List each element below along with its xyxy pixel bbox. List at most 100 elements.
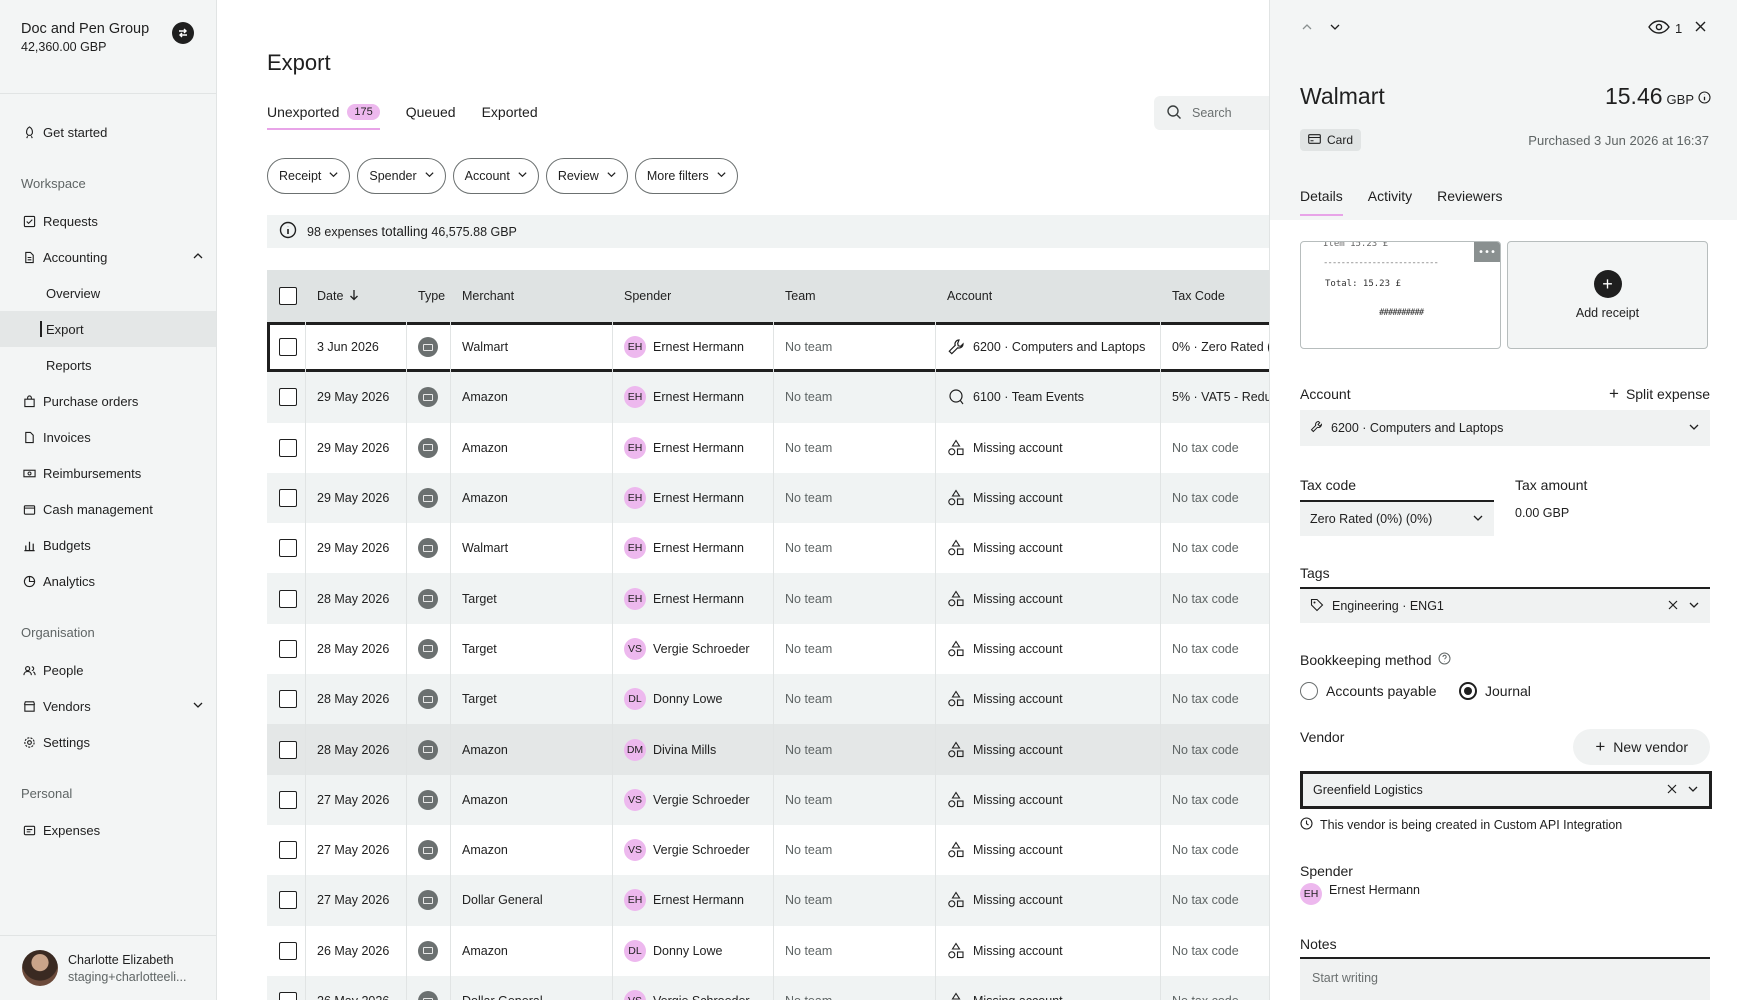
filter-spender-button[interactable]: Spender bbox=[357, 158, 446, 194]
table-row[interactable]: 29 May 2026 Amazon EH Ernest Hermann No team… bbox=[267, 422, 1269, 473]
column-divider bbox=[612, 724, 613, 775]
close-icon[interactable] bbox=[1694, 20, 1707, 33]
table-row[interactable]: 27 May 2026 Dollar General EH Ernest Herman… bbox=[267, 875, 1269, 926]
filter-review-button[interactable]: Review bbox=[545, 158, 628, 194]
panel-merchant: Walmart bbox=[1300, 83, 1385, 109]
table-row[interactable]: 28 May 2026 Target DL Donny Lowe No team Miss… bbox=[267, 674, 1269, 725]
row-checkbox[interactable] bbox=[279, 875, 297, 925]
column-divider bbox=[773, 824, 774, 876]
table-row[interactable]: 26 May 2026 Dollar General VS Vergie Schroe… bbox=[267, 975, 1269, 1000]
tab-activity[interactable]: Activity bbox=[1368, 188, 1412, 216]
row-checkbox[interactable] bbox=[279, 523, 297, 573]
plus-icon: + bbox=[1609, 384, 1619, 403]
split-expense-button[interactable]: + Split expense bbox=[1609, 384, 1710, 404]
chevron-up-icon[interactable] bbox=[1300, 20, 1314, 37]
sidebar-item-cash-management[interactable]: Cash management bbox=[0, 491, 216, 527]
sidebar-item-settings[interactable]: Settings bbox=[0, 724, 216, 760]
sidebar-item-accounting[interactable]: Accounting bbox=[0, 239, 216, 275]
filter-account-button[interactable]: Account bbox=[452, 158, 539, 194]
switch-org-icon[interactable] bbox=[172, 22, 194, 44]
notes-input[interactable]: Start writing bbox=[1300, 957, 1710, 1000]
row-checkbox[interactable] bbox=[279, 775, 297, 825]
tab-exported[interactable]: Exported bbox=[482, 104, 538, 130]
row-checkbox[interactable] bbox=[279, 825, 297, 875]
table-row[interactable]: 29 May 2026 Walmart EH Ernest Hermann No tea… bbox=[267, 523, 1269, 574]
tags-select[interactable]: Engineering · ENG1 bbox=[1300, 587, 1710, 623]
more-options-icon[interactable]: ••• bbox=[1474, 242, 1500, 262]
chevron-up-icon[interactable] bbox=[192, 250, 204, 265]
account-name: Missing account bbox=[973, 541, 1063, 556]
search-input[interactable]: Search bbox=[1154, 96, 1269, 130]
sidebar-item-purchase-orders[interactable]: Purchase orders bbox=[0, 383, 216, 419]
tax-code-select[interactable]: Zero Rated (0%) (0%) bbox=[1300, 500, 1494, 536]
table-row[interactable]: 28 May 2026 Amazon DM Divina Mills No team Mi… bbox=[267, 724, 1269, 775]
row-checkbox[interactable] bbox=[279, 473, 297, 523]
sidebar-item-reimbursements[interactable]: Reimbursements bbox=[0, 455, 216, 491]
row-checkbox[interactable] bbox=[279, 674, 297, 724]
sidebar-item-vendors[interactable]: Vendors bbox=[0, 688, 216, 724]
sidebar-item-get-started[interactable]: Get started bbox=[0, 114, 216, 150]
clear-icon[interactable] bbox=[1667, 783, 1677, 797]
table-row[interactable]: 27 May 2026 Amazon VS Vergie Schroeder No te… bbox=[267, 774, 1269, 825]
tab-reviewers[interactable]: Reviewers bbox=[1437, 188, 1502, 216]
tax-code-label: Tax code bbox=[1300, 477, 1357, 493]
sidebar-item-analytics[interactable]: Analytics bbox=[0, 563, 216, 599]
chevron-down-icon[interactable] bbox=[1687, 783, 1699, 798]
radio-journal[interactable]: Journal bbox=[1459, 682, 1531, 700]
row-team: No team bbox=[785, 390, 833, 405]
row-checkbox[interactable] bbox=[279, 926, 297, 976]
chevron-down-icon[interactable] bbox=[1328, 20, 1342, 37]
row-checkbox[interactable] bbox=[279, 624, 297, 674]
filter-more-filters-button[interactable]: More filters bbox=[634, 158, 738, 194]
row-merchant: Target bbox=[462, 692, 497, 707]
select-all-checkbox[interactable] bbox=[279, 270, 297, 322]
sidebar-item-expenses[interactable]: Expenses bbox=[0, 812, 216, 848]
radio-accounts-payable[interactable]: Accounts payable bbox=[1300, 682, 1437, 700]
sidebar-item-people[interactable]: People bbox=[0, 652, 216, 688]
row-merchant: Amazon bbox=[462, 491, 508, 506]
vendor-select[interactable]: Greenfield Logistics bbox=[1300, 771, 1712, 809]
sidebar-item-invoices[interactable]: Invoices bbox=[0, 419, 216, 455]
sidebar-item-reports[interactable]: Reports bbox=[0, 347, 216, 383]
row-checkbox[interactable] bbox=[279, 322, 297, 372]
card-icon bbox=[418, 423, 438, 473]
row-checkbox[interactable] bbox=[279, 724, 297, 774]
receipt-thumbnail[interactable]: Item 15.23 £ -------------------------- … bbox=[1300, 241, 1501, 349]
row-checkbox[interactable] bbox=[279, 573, 297, 623]
row-checkbox[interactable] bbox=[279, 423, 297, 473]
account-select[interactable]: 6200 · Computers and Laptops bbox=[1300, 410, 1710, 446]
row-account: Missing account bbox=[947, 523, 1063, 573]
new-vendor-button[interactable]: + New vendor bbox=[1573, 729, 1710, 765]
tab-details[interactable]: Details bbox=[1300, 188, 1343, 216]
sidebar-item-export[interactable]: Export bbox=[0, 311, 216, 347]
tab-queued[interactable]: Queued bbox=[406, 104, 456, 130]
sidebar-item-budgets[interactable]: Budgets bbox=[0, 527, 216, 563]
row-checkbox[interactable] bbox=[279, 976, 297, 1000]
chevron-down-icon[interactable] bbox=[1688, 599, 1700, 614]
row-checkbox[interactable] bbox=[279, 372, 297, 422]
help-icon[interactable] bbox=[1438, 652, 1451, 668]
main-content: Export Unexported 175 Queued Exported Se… bbox=[217, 0, 1269, 1000]
row-spender: VS Vergie Schroeder bbox=[624, 825, 750, 875]
table-row[interactable]: 27 May 2026 Amazon VS Vergie Schroeder No te… bbox=[267, 824, 1269, 876]
user-profile[interactable]: Charlotte Elizabeth staging+charlotteeli… bbox=[0, 935, 216, 1000]
sidebar-item-overview[interactable]: Overview bbox=[0, 275, 216, 311]
document-icon bbox=[22, 250, 36, 264]
column-date[interactable]: Date bbox=[317, 270, 359, 322]
sidebar-item-requests[interactable]: Requests bbox=[0, 203, 216, 239]
table-row[interactable]: 29 May 2026 Amazon EH Ernest Hermann No team… bbox=[267, 472, 1269, 524]
tab-unexported[interactable]: Unexported 175 bbox=[267, 104, 380, 130]
row-team: No team bbox=[785, 943, 833, 958]
column-divider bbox=[773, 724, 774, 775]
table-row[interactable]: 29 May 2026 Amazon EH Ernest Hermann No team… bbox=[267, 372, 1269, 423]
add-receipt-button[interactable]: + Add receipt bbox=[1507, 241, 1708, 349]
info-icon[interactable] bbox=[1698, 83, 1711, 110]
table-row[interactable]: 3 Jun 2026 Walmart EH Ernest Hermann No team… bbox=[267, 322, 1269, 373]
chevron-down-icon[interactable] bbox=[192, 699, 204, 714]
column-divider bbox=[612, 875, 613, 926]
table-row[interactable]: 26 May 2026 Amazon DL Donny Lowe No team Miss… bbox=[267, 925, 1269, 976]
filter-receipt-button[interactable]: Receipt bbox=[267, 158, 351, 194]
clear-icon[interactable] bbox=[1668, 599, 1678, 613]
table-row[interactable]: 28 May 2026 Target VS Vergie Schroeder No te… bbox=[267, 623, 1269, 675]
table-row[interactable]: 28 May 2026 Target EH Ernest Hermann No team… bbox=[267, 573, 1269, 624]
